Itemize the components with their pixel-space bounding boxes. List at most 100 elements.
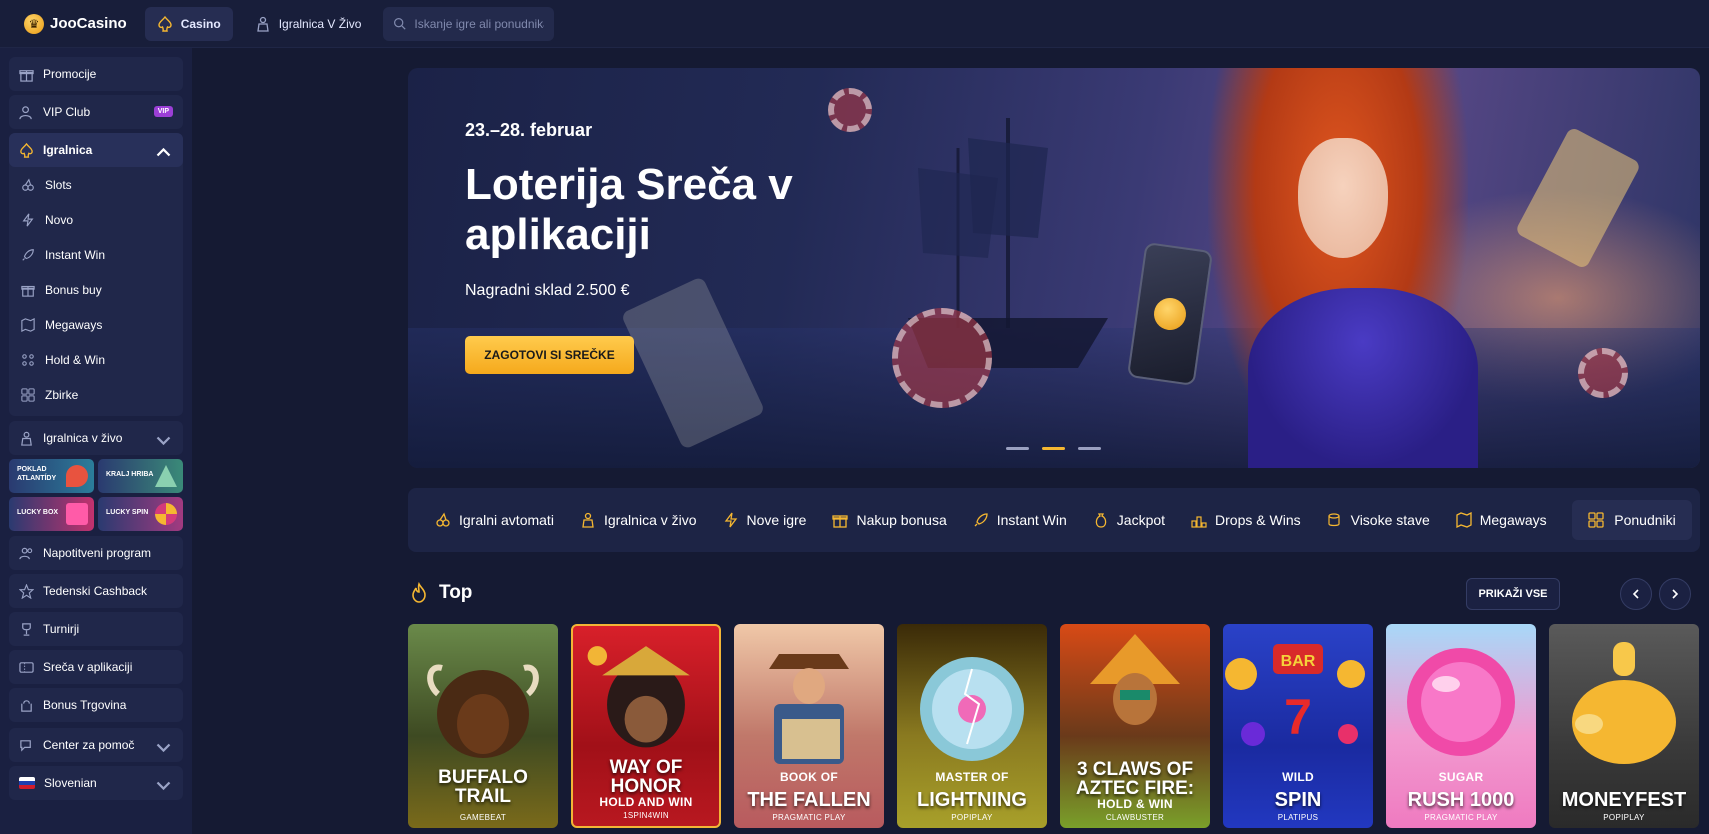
language-selector[interactable]: Slovenian xyxy=(9,766,183,800)
sidebar-item-app-lottery[interactable]: Sreča v aplikaciji xyxy=(9,650,183,684)
category-label: Megaways xyxy=(1479,512,1547,528)
logo-text: JooCasino xyxy=(50,15,127,32)
scroll-right-button[interactable] xyxy=(1659,578,1691,610)
category-label: Jackpot xyxy=(1116,512,1166,528)
game-tile[interactable]: WAY OF HONOR HOLD AND WIN 1SPIN4WIN xyxy=(571,624,721,828)
dealer-icon xyxy=(582,512,594,528)
promo-tile[interactable]: LUCKY SPIN xyxy=(98,497,183,531)
casino-chip-illustration xyxy=(1578,348,1628,398)
scroll-left-button[interactable] xyxy=(1620,578,1652,610)
category-slots[interactable]: Igralni avtomati xyxy=(435,512,554,528)
category-jackpot[interactable]: Jackpot xyxy=(1093,512,1165,528)
sidebar-group-casino: Igralnica Slots Novo Instant Win Bonus b… xyxy=(9,133,183,416)
sidebar-sub-label: Novo xyxy=(45,212,74,227)
category-megaways[interactable]: Megaways xyxy=(1456,512,1547,528)
casino-chip-illustration xyxy=(828,88,872,132)
sidebar-item-cashback[interactable]: Tedenski Cashback xyxy=(9,574,183,608)
gift-box-icon xyxy=(66,503,88,525)
sidebar-sub-label: Instant Win xyxy=(45,247,106,262)
sidebar-item-bonus-shop[interactable]: Bonus Trgovina xyxy=(9,688,183,722)
providers-label: Ponudniki xyxy=(1614,512,1676,528)
logo[interactable]: ♛ JooCasino xyxy=(24,13,127,34)
promo-tile[interactable]: KRALJ HRIBA xyxy=(98,459,183,493)
vip-badge: VIP xyxy=(153,106,173,117)
dealer-icon xyxy=(21,431,32,446)
game-provider: GAMEBEAT xyxy=(459,813,507,822)
chevron-down-icon xyxy=(156,436,171,446)
sidebar-sub-bonus-buy[interactable]: Bonus buy xyxy=(9,272,183,307)
category-label: Instant Win xyxy=(996,512,1067,528)
game-provider: POPIPLAY xyxy=(951,813,993,822)
promo-tile[interactable]: POKLAD ATLANTÍDY xyxy=(9,459,94,493)
sidebar-sub-collections[interactable]: Zbirke xyxy=(9,377,183,412)
promo-tile-label: POKLAD ATLANTÍDY xyxy=(17,466,57,482)
top-bar: ♛ JooCasino Casino Igralnica V Živo xyxy=(0,0,1709,48)
game-provider: PRAGMATIC PLAY xyxy=(772,813,846,822)
sidebar-item-help-center[interactable]: Center za pomoč xyxy=(9,728,183,762)
hero-cta-button[interactable]: ZAGOTOVI SI SREČKE xyxy=(465,336,634,374)
sidebar-item-label: Bonus Trgovina xyxy=(43,698,127,712)
sidebar-sub-hold-win[interactable]: Hold & Win xyxy=(9,342,183,377)
game-tile[interactable]: 3 CLAWS OF AZTEC FIRE: HOLD & WIN CLAWBU… xyxy=(1060,624,1210,828)
slovenia-flag-icon xyxy=(19,777,35,789)
game-tile[interactable]: MONEYFEST POPIPLAY xyxy=(1549,624,1699,828)
gift-icon xyxy=(19,69,34,82)
sidebar-item-casino[interactable]: Igralnica xyxy=(9,133,183,167)
lightning-icon xyxy=(22,213,34,226)
sidebar-item-promotions[interactable]: Promocije xyxy=(9,57,183,91)
search-input[interactable] xyxy=(414,16,545,31)
carousel-dot[interactable] xyxy=(1006,447,1029,450)
game-tile[interactable]: MASTER OF LIGHTNING POPIPLAY xyxy=(897,624,1047,828)
carousel-dot[interactable] xyxy=(1078,447,1101,450)
search-box[interactable] xyxy=(383,6,555,41)
game-title: MONEYFEST xyxy=(1561,789,1687,811)
game-provider: CLAWBUSTER xyxy=(1105,813,1165,822)
trophy-icon xyxy=(22,622,31,636)
hero-banner[interactable]: 23.–28. februar Loterija Sreča v aplikac… xyxy=(408,68,1700,468)
casino-chip-illustration xyxy=(892,308,992,408)
nav-live-casino[interactable]: Igralnica V Živo xyxy=(243,7,374,41)
sidebar-sub-megaways[interactable]: Megaways xyxy=(9,307,183,342)
game-title: LIGHTNING xyxy=(917,789,1027,811)
cherry-icon xyxy=(436,512,450,527)
chevron-up-icon xyxy=(156,147,171,157)
sidebar-item-label: Promocije xyxy=(43,67,97,81)
category-new-games[interactable]: Nove igre xyxy=(723,512,806,528)
game-list: BUFFALO TRAIL GAMEBEAT WAY OF HONOR HOLD… xyxy=(408,624,1699,828)
logo-icon: ♛ xyxy=(24,13,44,34)
game-tile[interactable]: BUFFALO TRAIL GAMEBEAT xyxy=(408,624,558,828)
sidebar-sub-instant-win[interactable]: Instant Win xyxy=(9,237,183,272)
game-tile[interactable]: BAR 7 WILD SPIN PLATIPUS xyxy=(1223,624,1373,828)
sidebar-item-referral[interactable]: Napotitveni program xyxy=(9,536,183,570)
game-title: 3 CLAWS OF AZTEC FIRE: xyxy=(1075,759,1195,799)
sidebar-item-live-casino[interactable]: Igralnica v živo xyxy=(9,421,183,455)
sidebar-sub-label: Zbirke xyxy=(45,387,79,402)
category-instant-win[interactable]: Instant Win xyxy=(973,512,1067,528)
carousel-dot-active[interactable] xyxy=(1042,447,1065,450)
game-title: RUSH 1000 xyxy=(1407,789,1515,811)
game-tile[interactable]: SUGAR RUSH 1000 PRAGMATIC PLAY xyxy=(1386,624,1536,828)
game-prefix: BOOK OF xyxy=(779,770,839,784)
promo-tile[interactable]: LUCKY BOX xyxy=(9,497,94,531)
shop-icon xyxy=(21,699,32,712)
category-high-stakes[interactable]: Visoke stave xyxy=(1327,512,1430,528)
providers-button[interactable]: Ponudniki xyxy=(1572,500,1692,540)
sidebar-sub-slots[interactable]: Slots xyxy=(9,167,183,202)
sidebar-item-vip[interactable]: VIP Club VIP xyxy=(9,95,183,129)
svg-text:BAR: BAR xyxy=(1281,653,1316,670)
nav-casino-label: Casino xyxy=(180,16,221,31)
chevron-left-icon xyxy=(1632,589,1639,599)
show-all-button[interactable]: PRIKAŽI VSE xyxy=(1466,578,1560,610)
sidebar-item-tournaments[interactable]: Turnirji xyxy=(9,612,183,646)
category-drops-wins[interactable]: Drops & Wins xyxy=(1191,512,1301,528)
category-live-casino[interactable]: Igralnica v živo xyxy=(580,512,697,528)
game-tile[interactable]: BOOK OF THE FALLEN PRAGMATIC PLAY xyxy=(734,624,884,828)
dealer-icon xyxy=(256,16,269,32)
category-bonus-buy[interactable]: Nakup bonusa xyxy=(832,512,947,528)
nav-casino[interactable]: Casino xyxy=(144,6,233,41)
nav-live-label: Igralnica V Živo xyxy=(278,16,362,31)
svg-text:7: 7 xyxy=(1284,689,1312,745)
money-bag-icon xyxy=(1095,513,1107,528)
sidebar-sub-new[interactable]: Novo xyxy=(9,202,183,237)
sidebar-item-label: Turnirji xyxy=(43,622,80,636)
